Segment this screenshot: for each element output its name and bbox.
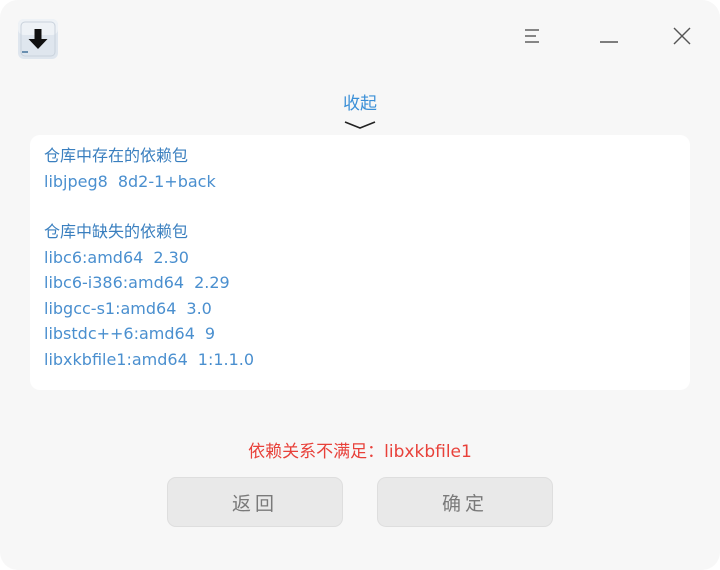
minimize-button[interactable] (591, 20, 627, 56)
dep-name: libjpeg8 (44, 171, 108, 191)
dep-version: 3.0 (186, 298, 212, 318)
dep-name: libc6:amd64 (44, 247, 144, 267)
missing-dep-item: libc6-i386:amd64 2.29 (44, 270, 676, 296)
titlebar (0, 0, 720, 76)
chevron-down-icon (343, 116, 377, 129)
close-icon (673, 27, 691, 49)
missing-dep-item: libstdc++6:amd64 9 (44, 321, 676, 347)
missing-dep-item: libxkbfile1:amd64 1:1.1.0 (44, 347, 676, 373)
dep-version: 2.30 (153, 247, 189, 267)
dep-version: 9 (204, 324, 216, 343)
back-button[interactable]: 返回 (167, 477, 343, 527)
confirm-button[interactable]: 确定 (377, 477, 553, 527)
close-button[interactable] (664, 20, 700, 56)
window-menu-button[interactable] (515, 20, 551, 56)
dep-name: libstdc++6:amd64 (44, 324, 195, 343)
dep-name: libgcc-s1:amd64 (44, 298, 177, 318)
dependency-list: 仓库中存在的依赖包 libjpeg8 8d2-1+back 仓库中缺失的依赖包 l… (44, 143, 676, 372)
dep-version: 1:1.1.0 (197, 349, 255, 369)
download-icon (17, 18, 59, 60)
collapse-label: 收起 (343, 94, 377, 114)
dep-name: libc6-i386:amd64 (44, 273, 185, 292)
dependency-error-message: 依赖关系不满足：libxkbfile1 (248, 442, 472, 462)
existing-deps-title: 仓库中存在的依赖包 (44, 146, 189, 165)
dependency-panel: 仓库中存在的依赖包 libjpeg8 8d2-1+back 仓库中缺失的依赖包 l… (30, 135, 690, 390)
dep-version: 8d2-1+back (117, 171, 216, 191)
missing-deps-title: 仓库中缺失的依赖包 (44, 222, 189, 241)
dep-version: 2.29 (194, 273, 230, 292)
existing-dep-item: libjpeg8 8d2-1+back (44, 169, 676, 195)
minimize-icon (600, 29, 618, 48)
missing-dep-item: libgcc-s1:amd64 3.0 (44, 296, 676, 322)
menu-icon (524, 28, 542, 48)
missing-dep-item: libc6:amd64 2.30 (44, 245, 676, 271)
dep-name: libxkbfile1:amd64 (44, 349, 188, 369)
installer-window: 收起 仓库中存在的依赖包 libjpeg8 8d2-1+back 仓库中缺失的依赖… (0, 0, 720, 570)
collapse-toggle[interactable]: 收起 (320, 92, 400, 134)
